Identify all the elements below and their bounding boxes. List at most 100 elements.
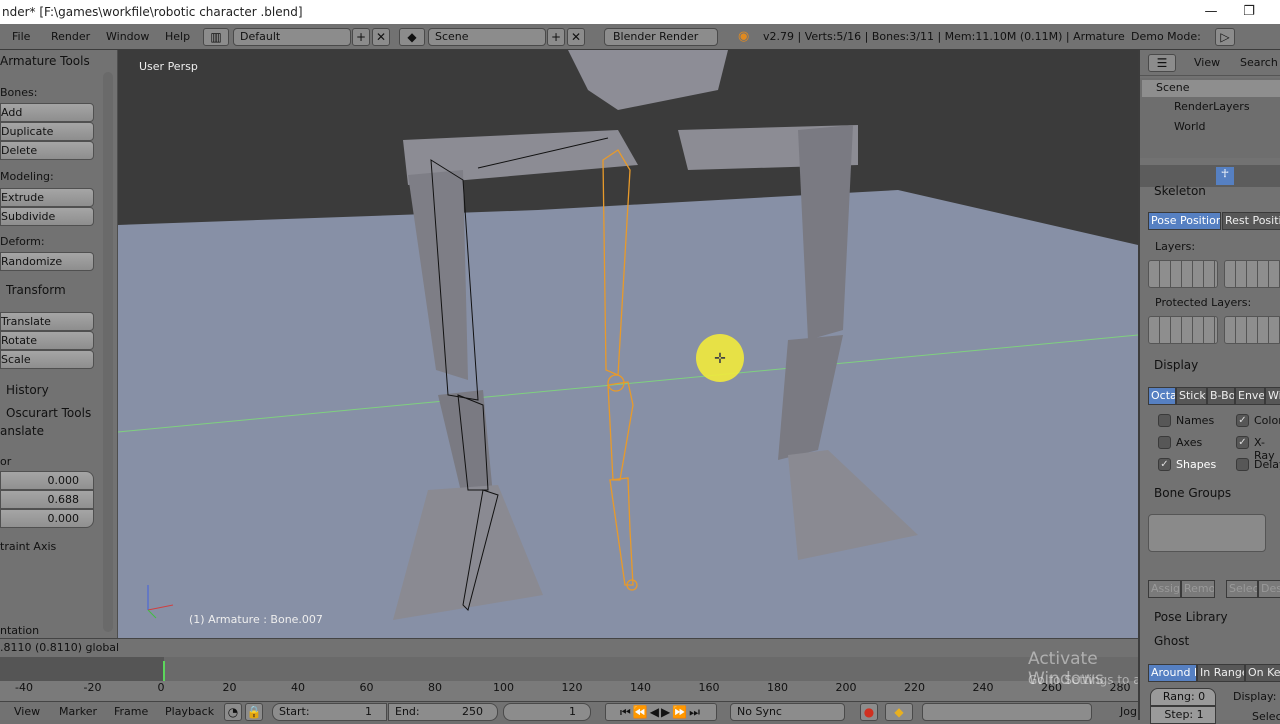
- ghost-on-keys[interactable]: On Key: [1245, 664, 1280, 682]
- display-octahedral[interactable]: Octa: [1148, 387, 1176, 405]
- current-frame-marker[interactable]: [163, 661, 165, 681]
- ghost-in-range[interactable]: In Range: [1197, 664, 1245, 682]
- 3d-viewport[interactable]: ✛ User Persp (1) Armature : Bone.007: [118, 50, 1138, 638]
- viewport-status: (1) Armature : Bone.007: [189, 613, 323, 626]
- pose-position-button[interactable]: Pose Position: [1148, 212, 1221, 230]
- panel-display[interactable]: Display: [1154, 358, 1198, 372]
- panel-bone-groups[interactable]: Bone Groups: [1154, 486, 1231, 500]
- keying-icon[interactable]: ◆: [885, 703, 913, 721]
- panel-transform[interactable]: Transform: [6, 283, 66, 297]
- layout-select[interactable]: Default: [233, 28, 351, 46]
- render-engine-select[interactable]: Blender Render: [604, 28, 718, 46]
- frame-tick: 20: [222, 681, 237, 694]
- select-button[interactable]: Select: [1226, 580, 1258, 598]
- ghost-step-field[interactable]: Step: 1: [1150, 706, 1216, 724]
- layers-grid-2[interactable]: [1224, 260, 1280, 288]
- add-scene-icon[interactable]: +: [547, 28, 565, 46]
- checkbox-colors[interactable]: ✓: [1236, 414, 1249, 427]
- checkbox-names[interactable]: [1158, 414, 1171, 427]
- remove-button[interactable]: Remo: [1181, 580, 1215, 598]
- clock-icon[interactable]: ◔: [224, 703, 242, 721]
- translate-button[interactable]: Translate: [0, 312, 94, 331]
- checkbox-label: Axes: [1176, 436, 1203, 449]
- checkbox-shapes[interactable]: ✓: [1158, 458, 1171, 471]
- panel-pose-library[interactable]: Pose Library: [1154, 610, 1228, 624]
- sync-select[interactable]: No Sync: [730, 703, 845, 721]
- editor-type-icon[interactable]: ☰: [1148, 54, 1176, 72]
- randomize-button[interactable]: Randomize: [0, 252, 94, 271]
- screen-layout-icon[interactable]: ▥: [203, 28, 229, 46]
- frame-tick: 140: [630, 681, 651, 694]
- checkbox-delay[interactable]: [1236, 458, 1249, 471]
- outliner-view-menu[interactable]: View: [1194, 56, 1220, 69]
- menu-file[interactable]: File: [12, 30, 30, 43]
- menu-frame[interactable]: Frame: [114, 705, 148, 718]
- outliner-item-world[interactable]: World: [1174, 120, 1206, 133]
- play-icon[interactable]: ▷: [1215, 28, 1235, 46]
- layers-grid-1[interactable]: [1148, 260, 1218, 288]
- timeline[interactable]: -40 -20 0 20 40 60 80 100 120 140 160 180 200 220 240 2…: [0, 649, 1243, 701]
- menu-playback[interactable]: Playback: [165, 705, 214, 718]
- menu-marker[interactable]: Marker: [59, 705, 97, 718]
- remove-layout-icon[interactable]: ✕: [372, 28, 390, 46]
- restore-button[interactable]: ❐: [1226, 0, 1272, 24]
- bone-groups-list[interactable]: [1148, 514, 1266, 552]
- jog-label[interactable]: Jog: [1120, 705, 1137, 718]
- display-envelope[interactable]: Envel: [1235, 387, 1265, 405]
- protected-layers-grid-2[interactable]: [1224, 316, 1280, 344]
- outliner: Scene RenderLayers World: [1140, 78, 1280, 158]
- rotate-button[interactable]: Rotate: [0, 331, 94, 350]
- panel-oscurart-tools[interactable]: Oscurart Tools: [6, 406, 91, 420]
- bones-label: Bones:: [0, 86, 38, 99]
- playback-controls[interactable]: ⏮⏪◀▶⏩⏭: [605, 703, 717, 721]
- frame-tick: 180: [767, 681, 788, 694]
- menu-help[interactable]: Help: [165, 30, 190, 43]
- panel-armature-tools[interactable]: Armature Tools: [0, 54, 90, 68]
- vector-z-field[interactable]: 0.000: [0, 509, 94, 528]
- ghost-around-frame[interactable]: Around F: [1148, 664, 1197, 682]
- outliner-item-renderlayers[interactable]: RenderLayers: [1174, 100, 1250, 113]
- frame-tick: 40: [291, 681, 305, 694]
- menu-window[interactable]: Window: [106, 30, 149, 43]
- panel-ghost[interactable]: Ghost: [1154, 634, 1189, 648]
- end-frame-field[interactable]: End: 250: [388, 703, 498, 721]
- deselect-button[interactable]: Des: [1258, 580, 1280, 598]
- timeline-header: View Marker Frame Playback ◔ 🔒 Start: 1 E…: [0, 701, 1140, 721]
- panel-skeleton[interactable]: Skeleton: [1154, 184, 1206, 198]
- menu-render[interactable]: Render: [51, 30, 90, 43]
- armature-data-tab-icon[interactable]: ☥: [1216, 167, 1234, 185]
- lock-icon[interactable]: 🔒: [245, 703, 263, 721]
- keying-set-field[interactable]: [922, 703, 1092, 721]
- delete-button[interactable]: Delete: [0, 141, 94, 160]
- panel-history[interactable]: History: [6, 383, 49, 397]
- extrude-button[interactable]: Extrude: [0, 188, 94, 207]
- rest-position-button[interactable]: Rest Positio: [1222, 212, 1280, 230]
- add-bone-button[interactable]: Add: [0, 103, 94, 122]
- record-icon[interactable]: ●: [860, 703, 878, 721]
- assign-button[interactable]: Assign: [1148, 580, 1181, 598]
- checkbox-axes[interactable]: [1158, 436, 1171, 449]
- menu-view[interactable]: View: [14, 705, 40, 718]
- display-wire[interactable]: Wi: [1265, 387, 1280, 405]
- display-stick[interactable]: Stick: [1176, 387, 1207, 405]
- start-frame-field[interactable]: Start: 1: [272, 703, 387, 721]
- add-layout-icon[interactable]: +: [352, 28, 370, 46]
- ghost-range-field[interactable]: Rang: 0: [1150, 688, 1216, 706]
- display-bbone[interactable]: B-Bo: [1207, 387, 1235, 405]
- scene-select[interactable]: Scene: [428, 28, 546, 46]
- protected-layers-grid-1[interactable]: [1148, 316, 1218, 344]
- vector-y-field[interactable]: 0.688: [0, 490, 94, 509]
- scale-button[interactable]: Scale: [0, 350, 94, 369]
- shelf-scrollbar[interactable]: [103, 72, 113, 632]
- subdivide-button[interactable]: Subdivide: [0, 207, 94, 226]
- scene-icon[interactable]: ◆: [399, 28, 425, 46]
- duplicate-button[interactable]: Duplicate: [0, 122, 94, 141]
- checkbox-x-ray[interactable]: ✓: [1236, 436, 1249, 449]
- current-frame-field[interactable]: 1: [503, 703, 591, 721]
- remove-scene-icon[interactable]: ✕: [567, 28, 585, 46]
- outliner-item-scene[interactable]: Scene: [1156, 81, 1190, 94]
- ground-plane: [118, 190, 1138, 638]
- outliner-search-menu[interactable]: Search: [1240, 56, 1278, 69]
- deform-label: Deform:: [0, 235, 45, 248]
- vector-x-field[interactable]: 0.000: [0, 471, 94, 490]
